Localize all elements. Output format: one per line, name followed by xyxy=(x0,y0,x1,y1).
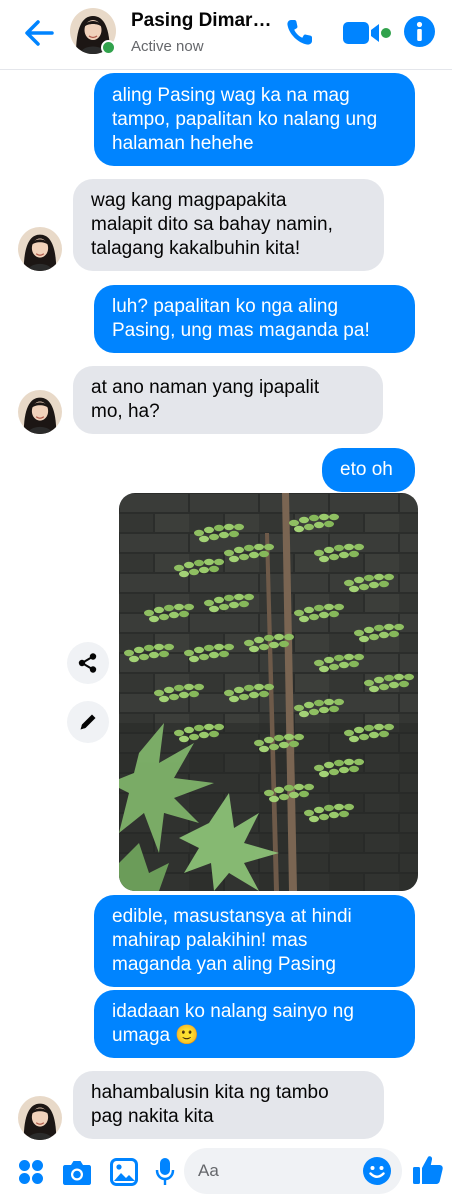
microphone-icon[interactable] xyxy=(155,1157,175,1187)
message-bubble-outgoing[interactable]: eto oh xyxy=(322,448,415,492)
message-bubble-outgoing[interactable]: luh? papalitan ko nga aling Pasing, ung … xyxy=(94,285,415,353)
contact-avatar-small[interactable] xyxy=(18,1096,62,1140)
thumbs-up-icon[interactable] xyxy=(412,1154,444,1186)
share-button[interactable] xyxy=(67,642,109,684)
image-icon[interactable] xyxy=(110,1158,138,1186)
contact-avatar-small[interactable] xyxy=(18,227,62,271)
message-bubble-incoming[interactable]: wag kang magpapakita malapit dito sa bah… xyxy=(73,179,384,271)
four-dots-icon[interactable] xyxy=(18,1159,44,1185)
video-camera-icon[interactable] xyxy=(343,19,393,47)
camera-icon[interactable] xyxy=(62,1158,92,1186)
message-bubble-incoming[interactable]: hahambalusin kita ng tambo pag nakita ki… xyxy=(73,1071,384,1139)
message-bubble-outgoing[interactable]: idadaan ko nalang sainyo ng umaga 🙂 xyxy=(94,990,415,1058)
edit-photo-button[interactable] xyxy=(67,701,109,743)
info-icon[interactable] xyxy=(404,16,435,47)
contact-name[interactable]: Pasing Dimara... xyxy=(131,10,277,32)
message-input-placeholder: Aa xyxy=(198,1161,219,1180)
message-bubble-incoming[interactable]: at ano naman yang ipapalit mo, ha? xyxy=(73,366,383,434)
phone-icon[interactable] xyxy=(284,16,316,48)
shared-plant-photo[interactable] xyxy=(119,493,418,891)
message-bubble-outgoing[interactable]: aling Pasing wag ka na mag tampo, papali… xyxy=(94,73,415,166)
arrow-left-icon[interactable] xyxy=(22,16,56,50)
active-status: Active now xyxy=(131,38,204,55)
pencil-icon xyxy=(80,714,96,730)
contact-avatar-small[interactable] xyxy=(18,390,62,434)
message-bubble-outgoing[interactable]: edible, masustansya at hindi mahirap pal… xyxy=(94,895,415,987)
share-icon xyxy=(78,653,97,673)
online-indicator xyxy=(101,40,116,55)
smiley-icon[interactable] xyxy=(362,1156,392,1186)
conversation-header: Pasing Dimara... Active now xyxy=(0,0,452,70)
